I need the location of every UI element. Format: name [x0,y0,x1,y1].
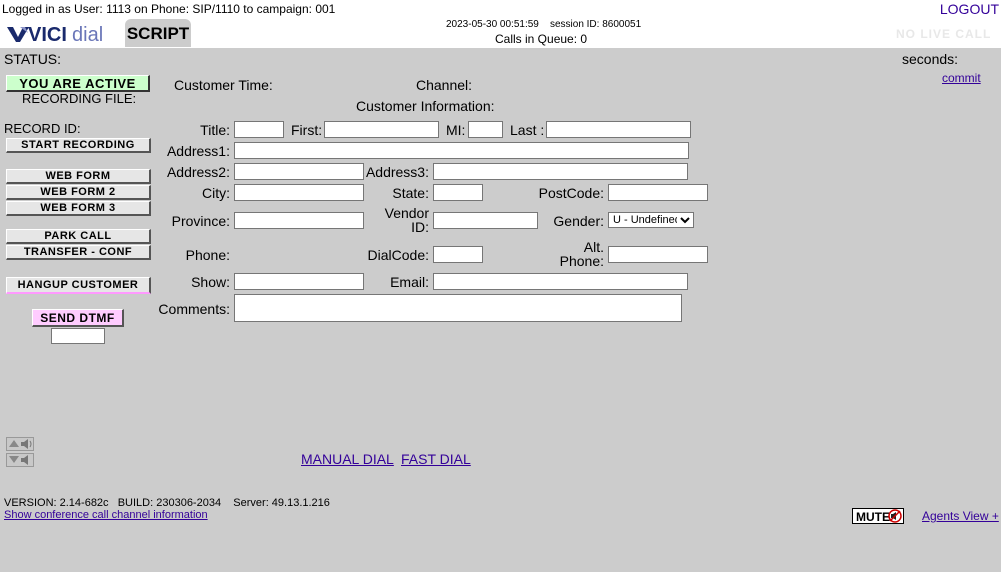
web-form-button[interactable]: WEB FORM [6,169,151,184]
vendor-id-field[interactable] [433,212,538,229]
postcode-label: PostCode: [538,185,604,201]
conference-info-link[interactable]: Show conference call channel information [4,509,208,521]
hangup-customer-button[interactable]: HANGUP CUSTOMER [6,277,151,294]
mute-button[interactable]: MUTE [852,508,904,524]
address2-label: Address2: [166,164,230,180]
postcode-field[interactable] [608,184,708,201]
customer-info-heading: Customer Information: [356,98,495,114]
address1-field[interactable] [234,142,689,159]
svg-text:dial: dial [72,24,103,44]
manual-dial-link[interactable]: MANUAL DIAL [301,451,394,467]
title-field[interactable] [234,121,284,138]
version-info: VERSION: 2.14-682c BUILD: 230306-2034 Se… [4,497,330,509]
show-field[interactable] [234,273,364,290]
dialcode-field[interactable] [433,246,483,263]
active-status-button[interactable]: YOU ARE ACTIVE [6,75,150,92]
logout-link[interactable]: LOGOUT [940,1,999,17]
dtmf-input[interactable] [51,328,105,344]
tab-script[interactable]: SCRIPT [125,19,191,47]
vicidial-logo: VICI dial [6,22,118,46]
address3-label: Address3: [365,164,429,180]
state-field[interactable] [433,184,483,201]
vendor-id-label-line2: ID: [411,219,429,235]
transfer-conf-button[interactable]: TRANSFER - CONF [6,245,151,260]
park-call-button[interactable]: PARK CALL [6,229,151,244]
city-field[interactable] [234,184,364,201]
email-field[interactable] [433,273,688,290]
mi-label: MI: [446,122,466,138]
first-label: First: [291,122,323,138]
channel-label: Channel: [416,77,473,93]
comments-field[interactable] [234,294,682,322]
vendor-id-label: Vendor ID: [370,206,429,234]
province-field[interactable] [234,212,364,229]
alt-phone-label-line1: Alt. [583,239,604,255]
comments-label: Comments: [158,301,230,317]
vicidial-logo-icon: VICI dial [7,24,103,46]
web-form-3-button[interactable]: WEB FORM 3 [6,201,151,216]
calls-in-queue: Calls in Queue: 0 [495,32,588,46]
address3-field[interactable] [433,163,688,180]
vendor-id-label-line1: Vendor [384,205,429,221]
volume-down-icon[interactable] [6,453,34,467]
mute-icon [888,509,902,523]
session-datetime: 2023-05-30 00:51:59 session ID: 8600051 [446,19,642,30]
web-form-2-button[interactable]: WEB FORM 2 [6,185,151,200]
live-call-status: NO LIVE CALL [896,27,992,41]
gender-select[interactable]: U - Undefined [608,212,694,228]
customer-time-label: Customer Time: [174,77,273,93]
status-label: STATUS: [4,51,62,67]
show-label: Show: [191,274,230,290]
phone-label: Phone: [185,247,230,263]
svg-text:VICI: VICI [28,24,67,44]
address1-label: Address1: [166,143,230,159]
mi-field[interactable] [468,121,503,138]
fast-dial-link[interactable]: FAST DIAL [401,451,471,467]
seconds-label: seconds: [902,51,959,67]
address2-field[interactable] [234,163,364,180]
agents-view-link[interactable]: Agents View + [922,509,999,523]
login-info: Logged in as User: 1113 on Phone: SIP/11… [2,2,336,16]
email-label: Email: [390,274,429,290]
alt-phone-label: Alt. Phone: [540,240,604,268]
start-recording-button[interactable]: START RECORDING [6,138,151,153]
record-id-label: RECORD ID: [4,121,81,136]
city-label: City: [202,185,230,201]
last-label: Last : [510,122,545,138]
recording-file-label: RECORDING FILE: [22,91,137,106]
gender-label: Gender: [553,213,604,229]
dialcode-label: DialCode: [367,247,429,263]
title-label: Title: [200,122,230,138]
alt-phone-field[interactable] [608,246,708,263]
mute-label: MUTE [856,510,890,524]
alt-phone-label-line2: Phone: [559,253,604,269]
state-label: State: [392,185,429,201]
first-name-field[interactable] [324,121,439,138]
province-label: Province: [171,213,230,229]
commit-link[interactable]: commit [942,71,981,85]
volume-up-icon[interactable] [6,437,34,451]
send-dtmf-button[interactable]: SEND DTMF [32,309,124,327]
last-name-field[interactable] [546,121,691,138]
